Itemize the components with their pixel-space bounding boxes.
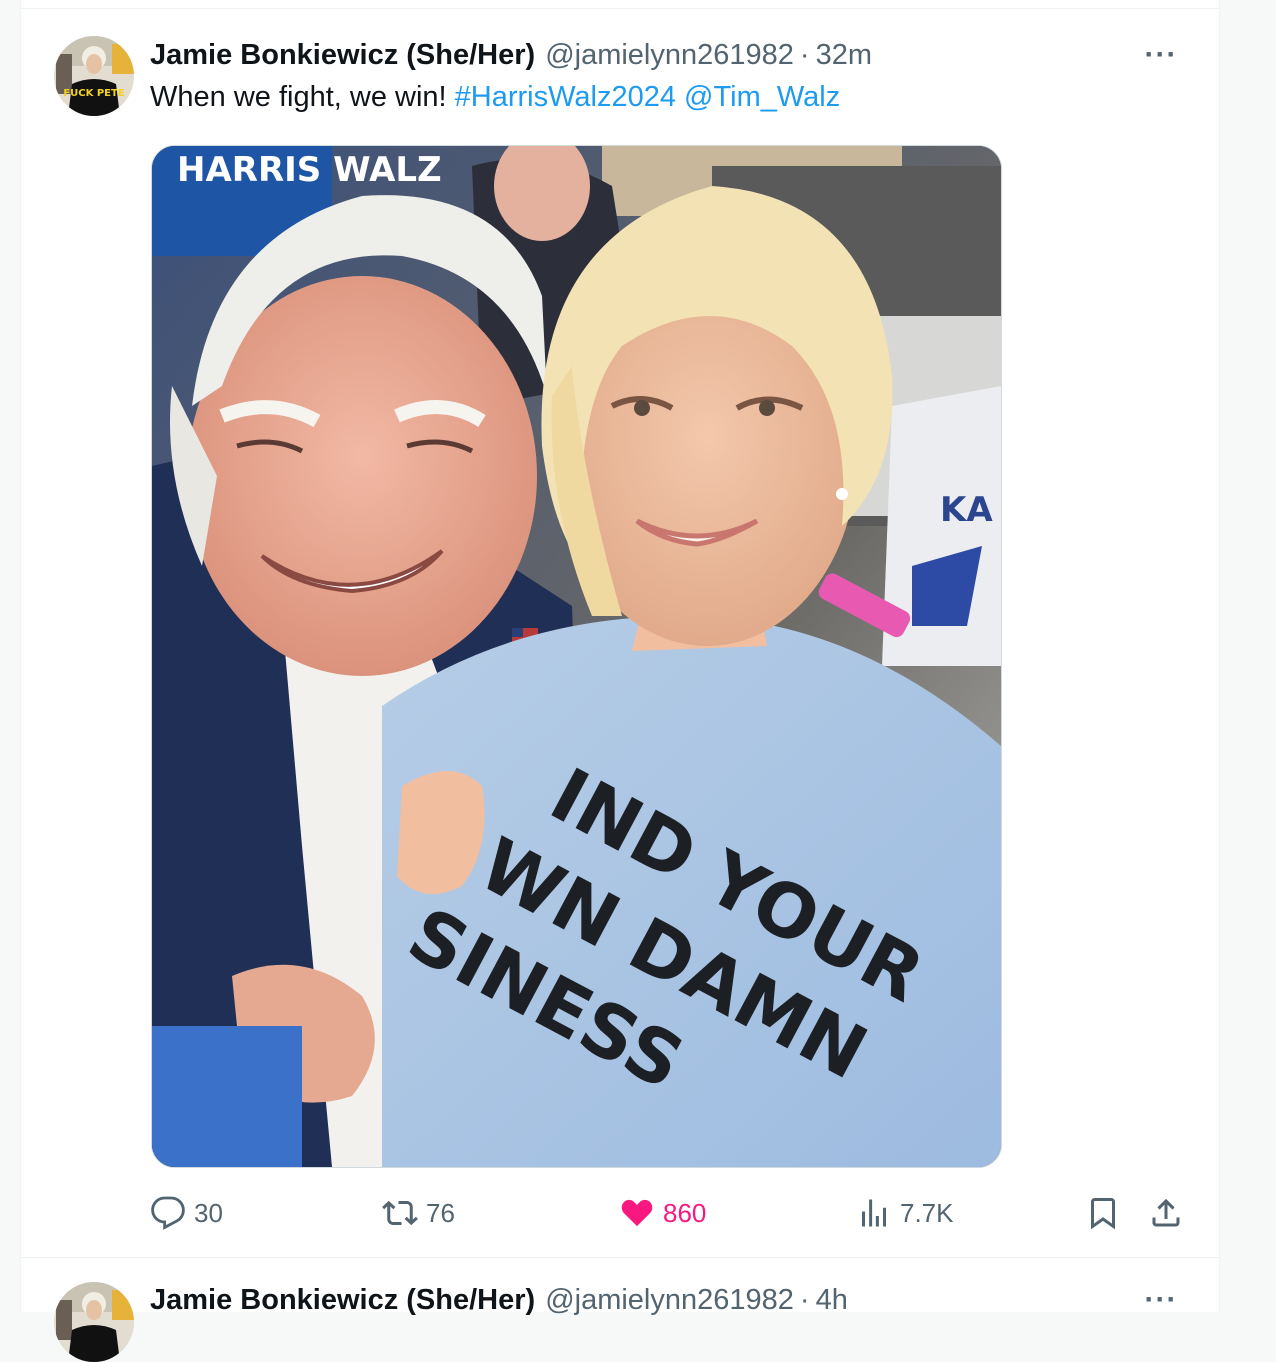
more-options-button[interactable]: ··· bbox=[1141, 1282, 1181, 1318]
heart-icon bbox=[621, 1199, 653, 1227]
tweet[interactable]: FUCK PETE Jamie Bonkiewicz (She/Her) @ja… bbox=[21, 9, 1219, 1257]
mention-link[interactable]: @Tim_Walz bbox=[684, 81, 840, 113]
repost-arrows-icon bbox=[382, 1200, 418, 1226]
avatar-image bbox=[54, 1282, 134, 1362]
selfie-photo: IND YOUR WN DAMN SINESS HARRIS WALZ KA bbox=[152, 146, 1001, 1167]
bookmark-button[interactable] bbox=[1085, 1191, 1121, 1235]
like-count: 860 bbox=[663, 1197, 707, 1228]
tweet[interactable]: Jamie Bonkiewicz (She/Her) @jamielynn261… bbox=[21, 1257, 1219, 1362]
like-button[interactable]: 860 bbox=[619, 1191, 706, 1235]
reply-count: 30 bbox=[194, 1197, 223, 1228]
tweet-actions: 30 76 860 7.7K bbox=[150, 1191, 1190, 1235]
more-options-button[interactable]: ··· bbox=[1141, 37, 1181, 73]
avatar[interactable]: FUCK PETE bbox=[54, 36, 134, 116]
author-handle[interactable]: @jamielynn261982 bbox=[545, 39, 794, 72]
tweet-photo[interactable]: IND YOUR WN DAMN SINESS HARRIS WALZ KA bbox=[151, 145, 1002, 1168]
speech-bubble-icon bbox=[151, 1196, 185, 1230]
tweet-text-plain: When we fight, we win! bbox=[150, 81, 447, 113]
more-icon: ··· bbox=[1144, 38, 1178, 71]
share-upload-icon bbox=[1152, 1198, 1180, 1227]
separator-dot: · bbox=[799, 38, 810, 71]
tweet-header: Jamie Bonkiewicz (She/Her) @jamielynn261… bbox=[150, 37, 872, 73]
share-button[interactable] bbox=[1148, 1191, 1184, 1235]
avatar-image: FUCK PETE bbox=[54, 36, 134, 116]
tweet-text: When we fight, we win! #HarrisWalz2024 @… bbox=[150, 81, 840, 114]
views-button[interactable]: 7.7K bbox=[856, 1191, 954, 1235]
reply-button[interactable]: 30 bbox=[150, 1191, 223, 1235]
views-count: 7.7K bbox=[900, 1197, 954, 1228]
timeline: FUCK PETE Jamie Bonkiewicz (She/Her) @ja… bbox=[20, 0, 1220, 1362]
timestamp[interactable]: 32m bbox=[816, 39, 872, 72]
repost-button[interactable]: 76 bbox=[382, 1191, 455, 1235]
background-shirt-text: KA bbox=[940, 490, 993, 530]
repost-count: 76 bbox=[426, 1197, 455, 1228]
avatar[interactable] bbox=[54, 1282, 134, 1362]
hashtag-link[interactable]: #HarrisWalz2024 bbox=[455, 81, 676, 113]
author-display-name[interactable]: Jamie Bonkiewicz (She/Her) bbox=[150, 39, 535, 72]
avatar-shirt-text: FUCK PETE bbox=[63, 88, 125, 99]
tweet-header: Jamie Bonkiewicz (She/Her) @jamielynn261… bbox=[150, 1282, 848, 1318]
bookmark-icon bbox=[1091, 1198, 1115, 1230]
bar-chart-icon bbox=[862, 1199, 886, 1227]
more-icon: ··· bbox=[1144, 1283, 1178, 1316]
sign-text: HARRIS WALZ bbox=[177, 150, 442, 190]
